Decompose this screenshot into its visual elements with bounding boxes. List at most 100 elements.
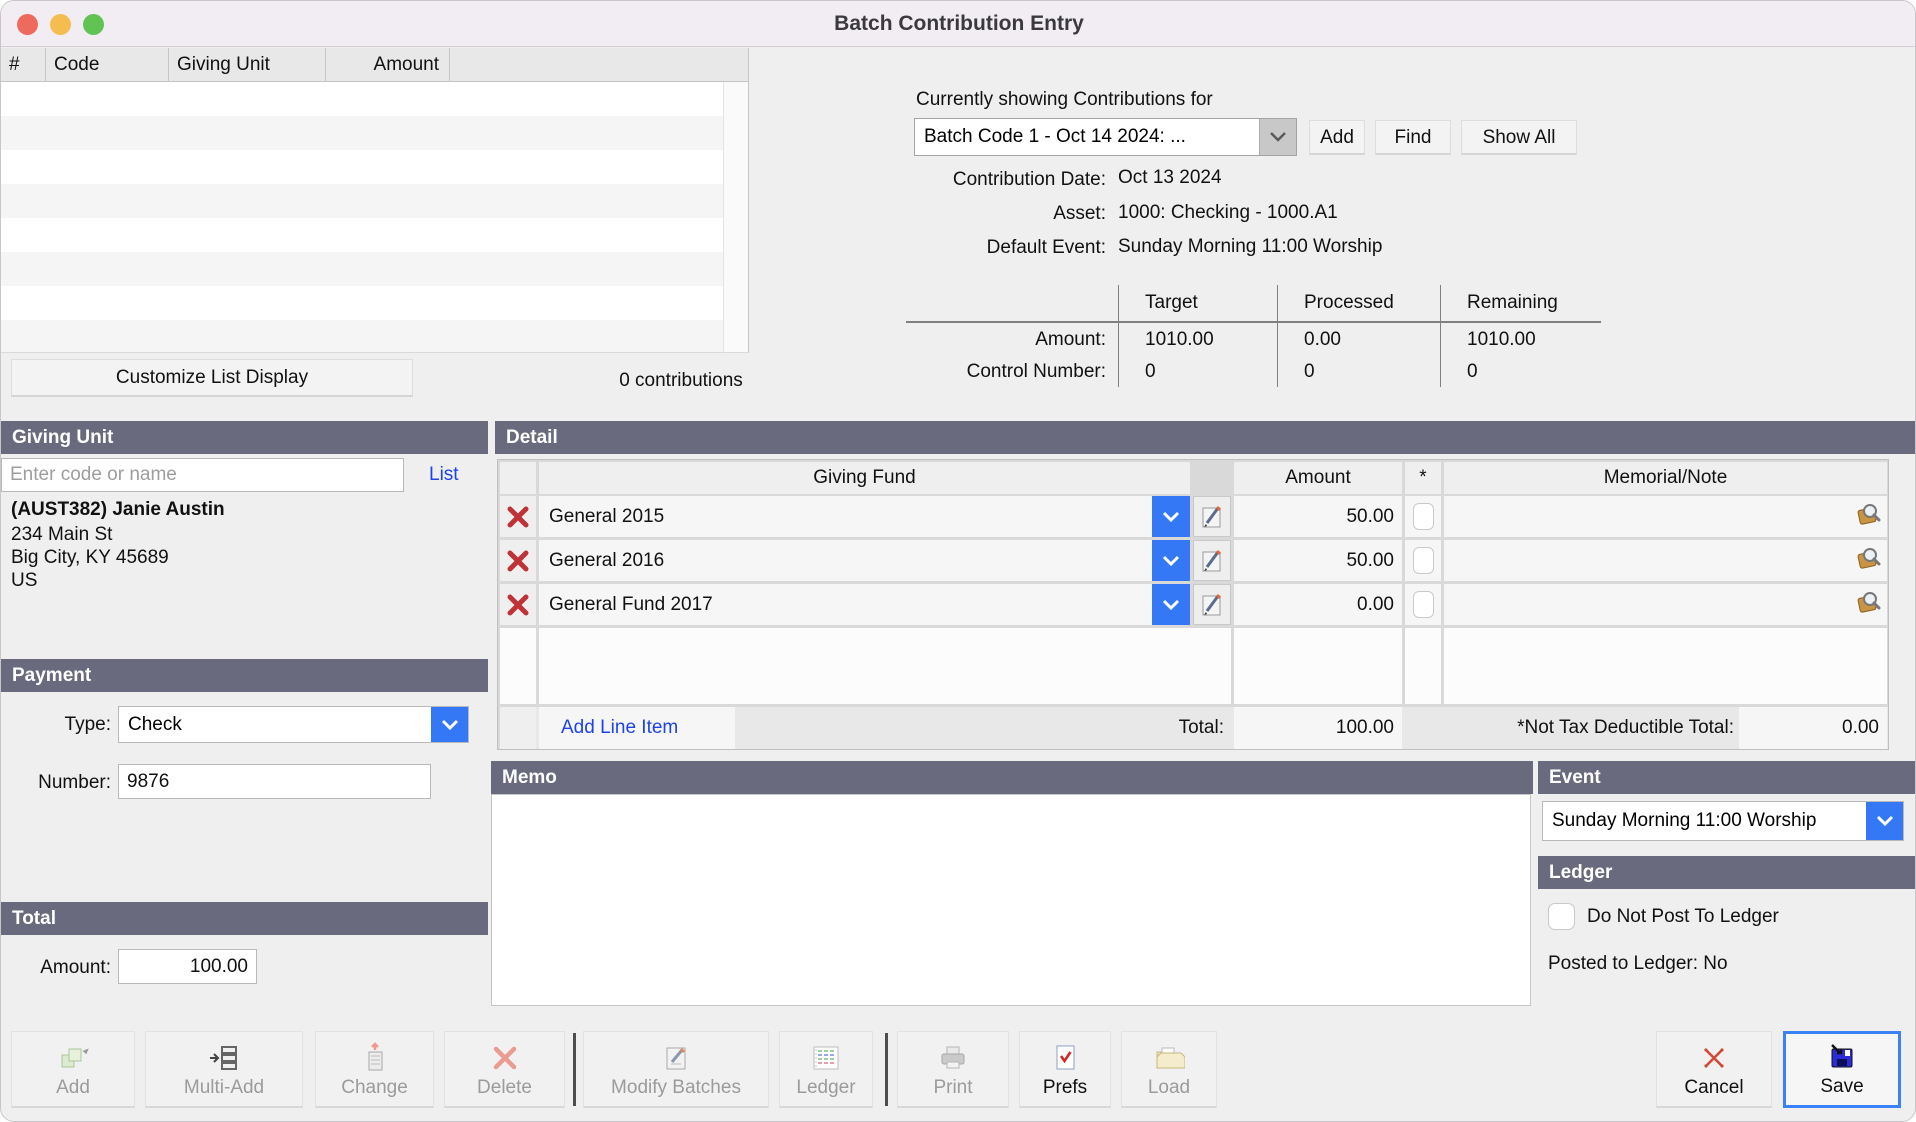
not-tax-deductible-cell	[1405, 540, 1441, 581]
posted-to-ledger-text: Posted to Ledger: No	[1548, 953, 1728, 975]
amount-input[interactable]: 50.00	[1234, 540, 1402, 581]
batch-add-button[interactable]: Add	[1309, 120, 1365, 155]
detail-star-column: *	[1405, 462, 1441, 494]
giving-unit-header: Giving Unit	[1, 421, 488, 454]
memorial-search-icon[interactable]	[1855, 501, 1881, 533]
batch-summary-table: Target Processed Remaining Amount: 1010.…	[906, 285, 1601, 387]
print-icon	[938, 1040, 968, 1076]
add-icon	[57, 1040, 89, 1076]
ledger-icon	[810, 1040, 842, 1076]
summary-amount-remaining: 1010.00	[1440, 323, 1601, 357]
fund-value: General 2016	[549, 550, 664, 572]
event-select[interactable]: Sunday Morning 11:00 Worship	[1542, 801, 1904, 841]
summary-control-target: 0	[1118, 357, 1277, 387]
title-bar: Batch Contribution Entry	[1, 1, 1916, 47]
cancel-button[interactable]: Cancel	[1656, 1031, 1772, 1108]
not-tax-deductible-checkbox[interactable]	[1413, 547, 1434, 574]
giving-unit-address1: 234 Main St	[11, 524, 112, 546]
edit-fund-icon[interactable]	[1193, 496, 1231, 537]
total-amount-input[interactable]	[118, 949, 257, 984]
payment-type-label: Type:	[1, 714, 111, 736]
summary-amount-processed: 0.00	[1277, 323, 1440, 357]
detail-memo-column: Memorial/Note	[1444, 462, 1887, 494]
payment-type-value: Check	[119, 714, 431, 736]
memorial-note-input[interactable]	[1444, 584, 1887, 625]
print-button[interactable]: Print	[897, 1031, 1009, 1108]
multi-add-button[interactable]: Multi-Add	[145, 1031, 303, 1108]
giving-unit-address3: US	[11, 570, 37, 592]
fund-select[interactable]: General 2015	[539, 496, 1190, 537]
memorial-note-input[interactable]	[1444, 496, 1887, 537]
edit-fund-icon[interactable]	[1193, 540, 1231, 581]
payment-number-input[interactable]	[118, 764, 431, 799]
chevron-down-icon	[1259, 119, 1296, 155]
batch-show-all-button[interactable]: Show All	[1461, 120, 1577, 155]
column-code[interactable]: Code	[46, 48, 169, 82]
ntd-total-label: *Not Tax Deductible Total:	[1444, 707, 1734, 749]
memorial-note-input[interactable]	[1444, 540, 1887, 581]
asset-label: Asset:	[881, 203, 1106, 225]
fund-select[interactable]: General Fund 2017	[539, 584, 1190, 625]
batch-select[interactable]: Batch Code 1 - Oct 14 2024: ...	[914, 118, 1297, 156]
toolbar-separator	[573, 1033, 576, 1106]
delete-row-icon[interactable]	[500, 496, 536, 537]
prefs-button[interactable]: Prefs	[1019, 1031, 1111, 1108]
column-amount[interactable]: Amount	[326, 48, 450, 82]
chevron-down-icon[interactable]	[1152, 496, 1190, 537]
event-value: Sunday Morning 11:00 Worship	[1543, 810, 1866, 832]
batch-select-value: Batch Code 1 - Oct 14 2024: ...	[915, 126, 1259, 148]
detail-table: Giving Fund Amount * Memorial/Note Gener…	[497, 459, 1889, 750]
do-not-post-checkbox[interactable]	[1548, 903, 1575, 930]
amount-input[interactable]: 0.00	[1234, 584, 1402, 625]
save-icon	[1828, 1039, 1856, 1075]
memo-textarea[interactable]	[491, 794, 1531, 1006]
summary-col-remaining: Remaining	[1440, 285, 1601, 323]
add-button[interactable]: Add	[11, 1031, 135, 1108]
load-icon	[1153, 1040, 1185, 1076]
edit-fund-icon[interactable]	[1193, 584, 1231, 625]
summary-amount-target: 1010.00	[1118, 323, 1277, 357]
memorial-search-icon[interactable]	[1855, 589, 1881, 621]
giving-unit-name: (AUST382) Janie Austin	[11, 499, 225, 521]
contribution-list-body[interactable]	[1, 82, 723, 353]
toolbar-separator	[885, 1033, 888, 1106]
not-tax-deductible-cell	[1405, 496, 1441, 537]
payment-type-select[interactable]: Check	[118, 706, 469, 743]
batch-find-button[interactable]: Find	[1375, 120, 1451, 155]
add-line-item-link[interactable]: Add Line Item	[561, 717, 678, 739]
customize-list-display-button[interactable]: Customize List Display	[11, 359, 413, 397]
ntd-total-value: 0.00	[1739, 707, 1887, 749]
event-header: Event	[1538, 761, 1916, 794]
fund-select[interactable]: General 2016	[539, 540, 1190, 581]
giving-unit-search-input[interactable]	[1, 458, 404, 492]
chevron-down-icon[interactable]	[1152, 540, 1190, 581]
fund-value: General Fund 2017	[549, 594, 713, 616]
delete-row-icon[interactable]	[500, 584, 536, 625]
not-tax-deductible-checkbox[interactable]	[1413, 503, 1434, 530]
column-number[interactable]: #	[1, 48, 46, 82]
delete-row-icon[interactable]	[500, 540, 536, 581]
ledger-header: Ledger	[1538, 856, 1916, 889]
save-button[interactable]: Save	[1783, 1031, 1901, 1108]
delete-button[interactable]: Delete	[444, 1031, 565, 1108]
amount-input[interactable]: 50.00	[1234, 496, 1402, 537]
summary-control-label: Control Number:	[906, 357, 1118, 387]
do-not-post-label: Do Not Post To Ledger	[1587, 906, 1779, 928]
total-amount-label: Amount:	[1, 957, 111, 979]
ledger-button[interactable]: Ledger	[779, 1031, 873, 1108]
memo-header: Memo	[491, 761, 1533, 794]
detail-header: Detail	[495, 421, 1916, 454]
detail-amount-column: Amount	[1234, 462, 1402, 494]
chevron-down-icon[interactable]	[1152, 584, 1190, 625]
memorial-search-icon[interactable]	[1855, 545, 1881, 577]
contribution-list-scrollbar[interactable]	[723, 82, 749, 353]
load-button[interactable]: Load	[1121, 1031, 1217, 1108]
change-button[interactable]: Change	[315, 1031, 434, 1108]
modify-batches-button[interactable]: Modify Batches	[583, 1031, 769, 1108]
not-tax-deductible-checkbox[interactable]	[1413, 591, 1434, 618]
column-giving-unit[interactable]: Giving Unit	[169, 48, 326, 82]
detail-fund-column: Giving Fund	[539, 462, 1190, 494]
chevron-down-icon	[1866, 802, 1903, 840]
window-title: Batch Contribution Entry	[1, 1, 1916, 47]
giving-unit-list-link[interactable]: List	[429, 464, 459, 486]
